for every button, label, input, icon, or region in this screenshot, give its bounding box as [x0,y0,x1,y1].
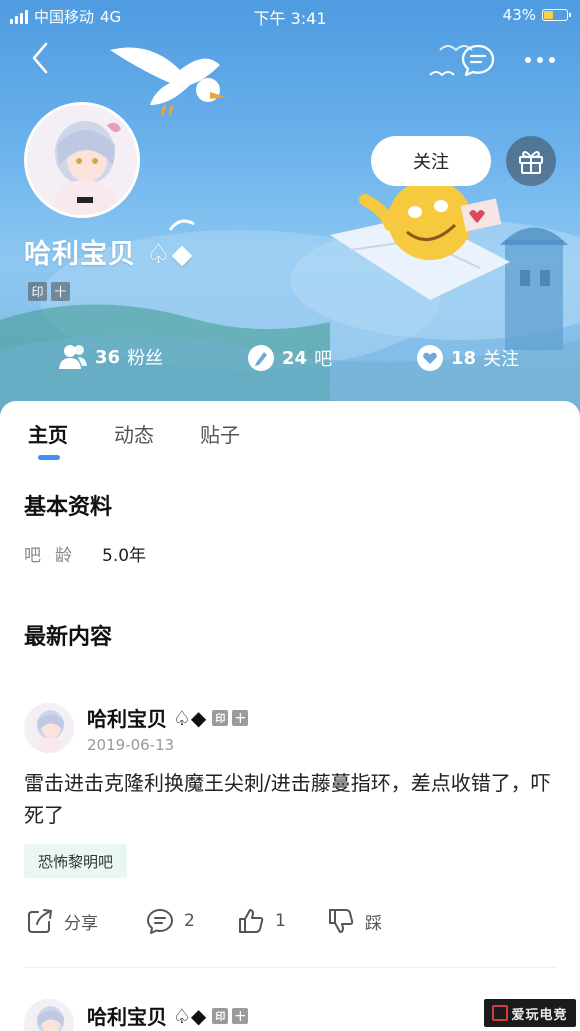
tab-indicator [38,455,60,460]
badge-yin: 印 [212,1007,229,1024]
post-author[interactable]: 哈利宝贝 ♤◆ 印 十 [87,703,249,732]
profile-banner: 中国移动 4G 下午 3:41 43% 哈利宝贝 ♤◆ 印 十 关注 36 粉丝… [0,0,580,420]
logo-mark-icon [492,1005,509,1021]
post-actions: 分享 2 1 踩 [0,907,580,947]
comment-icon [147,909,173,934]
post-avatar[interactable] [24,999,74,1031]
fans-label: 粉丝 [127,348,164,369]
share-button[interactable]: 分享 [26,907,98,935]
forum-tag[interactable]: 恐怖黎明吧 [24,844,128,878]
battery-icon [542,9,571,21]
like-button[interactable]: 1 [237,907,286,935]
battery-percent: 43% [502,6,536,24]
profile-badges: 印 十 [28,282,70,301]
profile-content: 主页 动态 贴子 基本资料 吧龄 5.0年 最新内容 哈利宝贝 ♤◆ 印 十 2… [0,401,580,1031]
bars-label: 吧 [314,349,333,370]
badge-plus: 十 [51,282,70,301]
tab-bar: 主页 动态 贴子 [0,401,580,465]
post-date: 2019-06-13 [87,736,175,754]
share-icon [28,909,52,933]
following-label: 关注 [483,349,520,370]
profile-stats: 36 粉丝 24 吧 18 关注 [0,344,580,380]
message-button[interactable] [458,40,498,80]
watermark-logo: 爱玩电竞 [484,999,576,1027]
avatar-image [24,703,74,753]
following-count: 18 [451,347,477,369]
tab-home[interactable]: 主页 [28,419,68,448]
dislike-button[interactable]: 踩 [327,907,382,935]
stat-bars[interactable]: 24 吧 [247,344,332,372]
post-text[interactable]: 雷击进击克隆利换魔王尖刺/进击藤蔓指环，差点收错了，吓死了 [24,767,554,831]
badge-plus: 十 [232,709,249,726]
bars-count: 24 [282,347,308,369]
post-author-suffix: ♤◆ [173,1003,207,1028]
age-value: 5.0年 [102,546,147,566]
like-count: 1 [275,911,286,931]
bar-icon [248,345,274,371]
post-avatar[interactable] [24,703,74,753]
post-author-name: 哈利宝贝 [87,707,167,731]
thumbs-up-icon [239,909,264,933]
more-dots-icon [525,57,555,63]
status-bar: 中国移动 4G 下午 3:41 43% [0,0,580,30]
stat-following[interactable]: 18 关注 [416,344,519,372]
badge-yin: 印 [212,709,229,726]
back-button[interactable] [22,38,58,78]
tab-activity[interactable]: 动态 [114,419,154,448]
age-label: 吧龄 [24,546,86,566]
post-author-name: 哈利宝贝 [87,1005,167,1029]
post-author-suffix: ♤◆ [173,705,207,730]
thumbs-down-icon [329,909,354,933]
dislike-label: 踩 [365,913,382,934]
heart-icon [417,345,443,371]
more-button[interactable] [518,40,562,80]
tab-posts[interactable]: 贴子 [200,419,240,448]
follow-button[interactable]: 关注 [371,136,491,186]
avatar-image [27,105,137,215]
badge-yin: 印 [28,282,47,301]
comment-button[interactable]: 2 [146,907,195,935]
post-divider [24,967,556,968]
clock: 下午 3:41 [253,9,327,28]
stat-fans[interactable]: 36 粉丝 [58,344,163,370]
avatar[interactable] [24,102,140,218]
username-suffix: ♤◆ [146,239,194,270]
share-label: 分享 [64,913,98,934]
badge-plus: 十 [232,1007,249,1024]
watermark-text: 爱玩电竞 [511,1007,568,1023]
gift-button[interactable] [506,136,556,186]
age-row: 吧龄 5.0年 [24,541,146,566]
comment-count: 2 [184,911,195,931]
gift-icon [519,151,543,174]
chat-bubble-icon [461,44,495,77]
avatar-image [24,999,74,1031]
latest-content-title: 最新内容 [24,625,113,650]
basic-info-title: 基本资料 [24,495,113,520]
username-text: 哈利宝贝 [24,239,136,270]
fans-icon [59,345,87,369]
chevron-left-icon [32,42,48,74]
profile-username: 哈利宝贝 ♤◆ [24,232,193,271]
fans-count: 36 [95,346,121,368]
post-author[interactable]: 哈利宝贝 ♤◆ 印 十 [87,1001,249,1030]
